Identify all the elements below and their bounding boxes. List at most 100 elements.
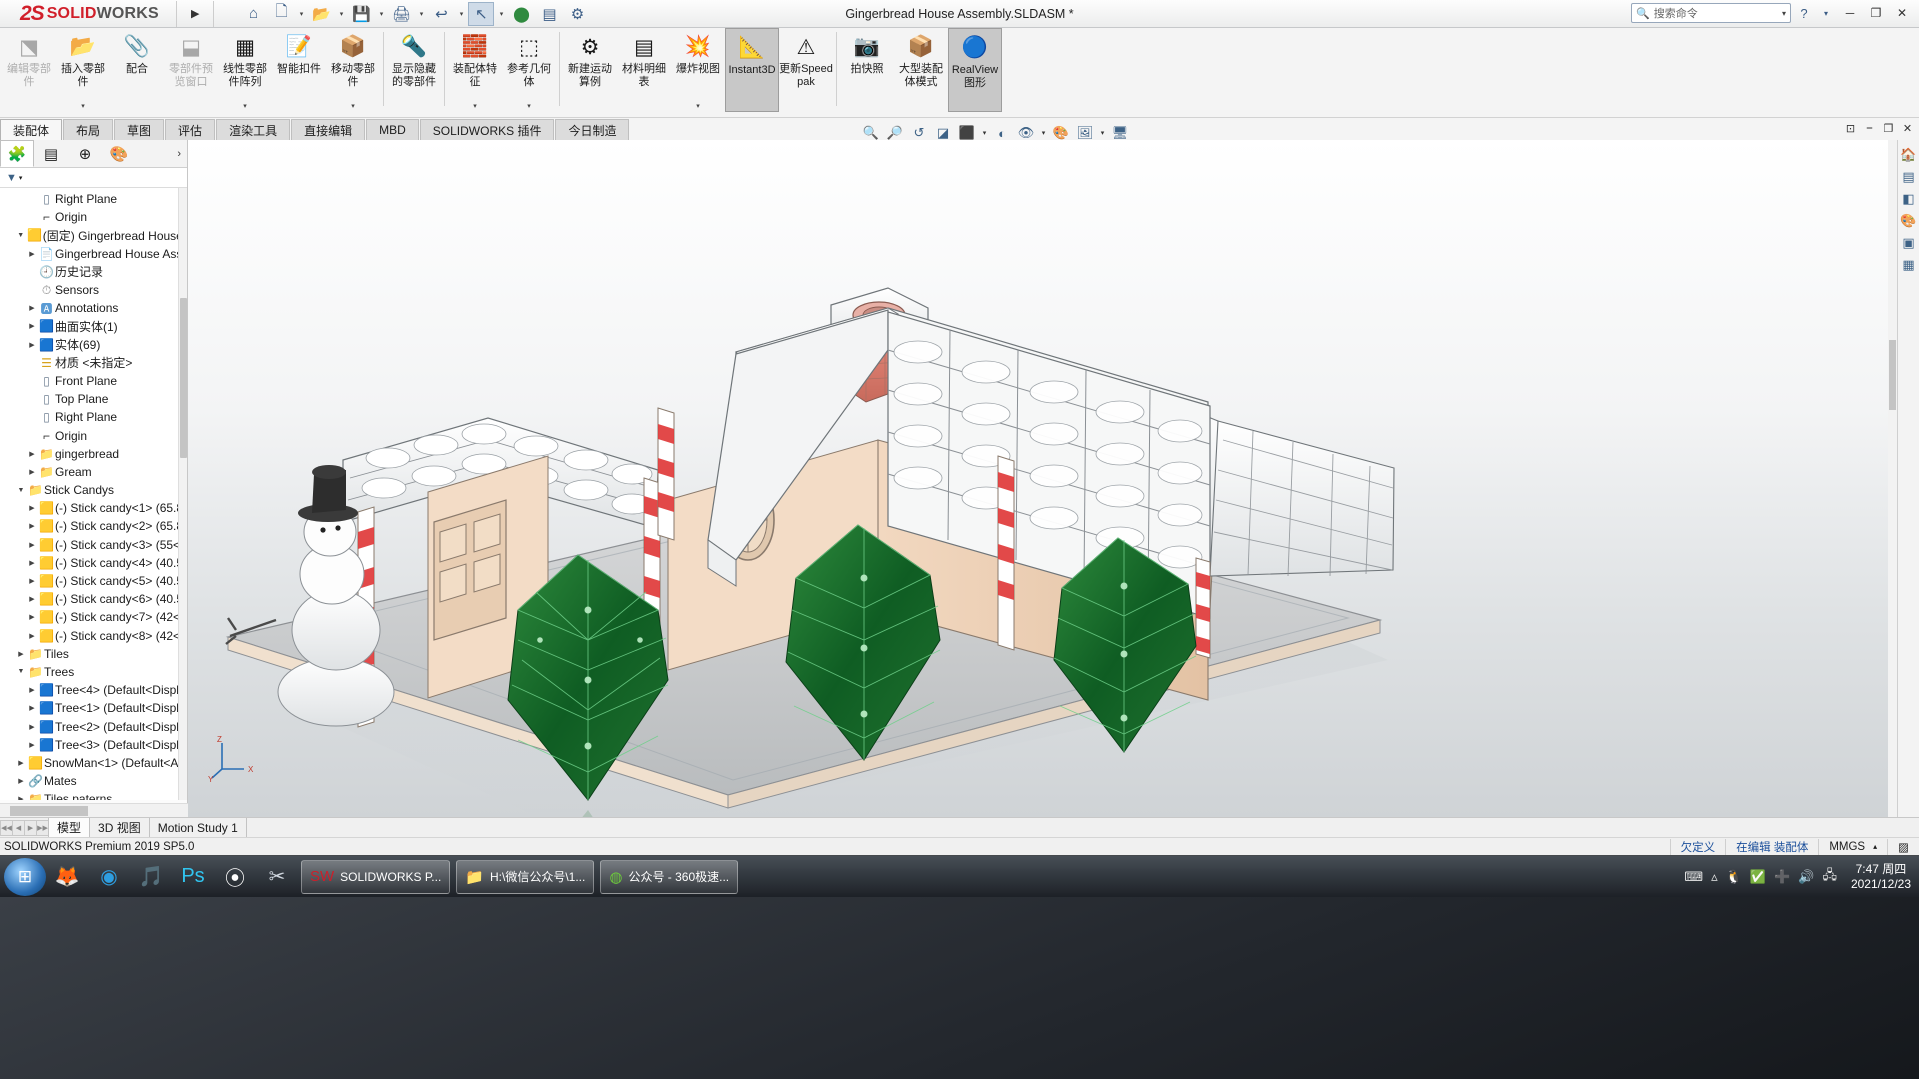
display-manager-tab[interactable]: 🎨 [102, 140, 136, 167]
command-dropdown-icon[interactable]: ▾ [696, 102, 700, 110]
tree-item[interactable]: ▶ 🟨 SnowMan<1> (Default<As [0, 754, 187, 772]
graphics-vertical-scrollbar[interactable] [1888, 140, 1897, 817]
tree-item[interactable]: ▶ 🟨 (-) Stick candy<3> (55< [0, 536, 187, 554]
document-minimize-button[interactable]: ⎯ [1862, 122, 1877, 135]
filter-caret-icon[interactable]: ▾ [19, 174, 23, 182]
expand-icon[interactable]: ▶ [15, 795, 27, 800]
document-close-button[interactable]: ✕ [1900, 122, 1915, 135]
keyboard-icon[interactable]: ⌨ [1684, 869, 1703, 885]
expand-icon[interactable]: ▶ [26, 304, 38, 312]
tree-item[interactable]: ▶ 🟦 Tree<3> (Default<Displ [0, 736, 187, 754]
feature-tree[interactable]: ▯ Right Plane ⌐ Origin ▼ 🟨 (固定) Gingerbread Ho… [0, 188, 187, 800]
command-dropdown-icon[interactable]: ▾ [351, 102, 355, 110]
tree-vertical-scrollbar[interactable] [178, 188, 187, 800]
expand-icon[interactable]: ▶ [26, 322, 38, 330]
feature-manager-more-icon[interactable]: › [177, 148, 187, 160]
tree-item[interactable]: ▶ 🟨 (-) Stick candy<1> (65.8 [0, 499, 187, 517]
expand-icon[interactable]: ▶ [26, 468, 38, 476]
tree-item[interactable]: ▶ 🟦 曲面实体(1) [0, 317, 187, 335]
expand-icon[interactable]: ▶ [15, 650, 27, 658]
expand-icon[interactable]: ▶ [15, 759, 27, 767]
taskbar-clock[interactable]: 7:47 周四 2021/12/23 [1843, 862, 1919, 892]
command-dropdown-icon[interactable]: ▾ [243, 102, 247, 110]
scrollbar-thumb[interactable] [10, 806, 88, 816]
expand-icon[interactable]: ▶ [26, 504, 38, 512]
tree-item[interactable]: ▶ 🟦 Tree<4> (Default<Displ [0, 681, 187, 699]
status-units-caret-icon[interactable]: ▴ [1873, 842, 1877, 851]
restore-button[interactable]: ❐ [1865, 3, 1887, 23]
tree-item[interactable]: ▼ 📁 Stick Candys [0, 481, 187, 499]
ribbon-tab-5[interactable]: 直接编辑 [291, 119, 366, 140]
document-tab-2[interactable]: Motion Study 1 [150, 818, 247, 837]
expand-icon[interactable]: ▶ [26, 632, 38, 640]
status-units[interactable]: MMGS ▴ [1818, 838, 1887, 855]
tree-item[interactable]: ▶ 📁 Tiles paterns [0, 790, 187, 800]
collapse-icon[interactable]: ▼ [15, 487, 27, 494]
tree-item[interactable]: ▼ 📁 Trees [0, 663, 187, 681]
ribbon-tab-0[interactable]: 装配体 [0, 119, 63, 140]
expand-icon[interactable]: ▶ [26, 613, 38, 621]
tree-item[interactable]: ▶ 🟨 (-) Stick candy<2> (65.8 [0, 517, 187, 535]
collapse-icon[interactable]: ▼ [15, 232, 27, 239]
expand-icon[interactable]: ▶ [26, 250, 38, 258]
update-icon[interactable]: ➕ [1774, 869, 1790, 885]
minimize-button[interactable]: ─ [1839, 3, 1861, 23]
ribbon-tab-7[interactable]: SOLIDWORKS 插件 [419, 119, 555, 140]
snip-icon[interactable]: ✂ [256, 858, 298, 896]
browser-icon[interactable]: ◉ [88, 858, 130, 896]
filter-icon[interactable]: ▼ [6, 172, 17, 184]
expand-icon[interactable]: ▶ [26, 559, 38, 567]
command-dropdown-icon[interactable]: ▾ [527, 102, 531, 110]
view-palette-icon[interactable]: ▤ [1898, 166, 1919, 188]
tree-item[interactable]: ▶ 🟦 实体(69) [0, 336, 187, 354]
tree-item[interactable]: ▶ 🟨 (-) Stick candy<8> (42< [0, 627, 187, 645]
search-input[interactable]: 搜索命令 [1654, 5, 1698, 21]
expand-icon[interactable]: ▶ [26, 741, 38, 749]
ribbon-command-21[interactable]: 🔵 RealView图形 [948, 28, 1002, 112]
tree-item[interactable]: ▶ 🟦 Tree<1> (Default<Displ [0, 699, 187, 717]
tree-filter-row[interactable]: ▼ ▾ [0, 168, 187, 188]
help-dropdown-icon[interactable]: ▾ [1817, 3, 1835, 23]
tree-item[interactable]: ▯ Top Plane [0, 390, 187, 408]
ribbon-command-17[interactable]: ⚠ 更新Speedpak [779, 28, 833, 112]
tree-item[interactable]: ▶ 🟨 (-) Stick candy<6> (40.5 [0, 590, 187, 608]
search-dropdown-icon[interactable]: ▾ [1782, 9, 1786, 18]
scenes-icon[interactable]: 🎨 [1898, 210, 1919, 232]
ribbon-command-2[interactable]: 📎 配合 [110, 28, 164, 112]
ribbon-tab-8[interactable]: 今日制造 [555, 119, 630, 140]
graphics-viewport[interactable]: Z X Y [188, 140, 1919, 817]
status-overlay-icon[interactable]: ▨ [1887, 838, 1919, 855]
tree-item[interactable]: ▶ 🟨 (-) Stick candy<4> (40.5 [0, 554, 187, 572]
ribbon-command-10[interactable]: 🧱 装配体特征 ▾ [448, 28, 502, 112]
expand-icon[interactable]: ▶ [26, 723, 38, 731]
qq-icon[interactable]: 🐧 [1726, 869, 1742, 885]
decals-icon[interactable]: ▣ [1898, 232, 1919, 254]
taskbar-item-1[interactable]: 📁 H:\微信公众号\1... [456, 859, 595, 894]
home-view-icon[interactable]: 🏠 [1898, 144, 1919, 166]
command-dropdown-icon[interactable]: ▾ [473, 102, 477, 110]
ribbon-command-1[interactable]: 📂 插入零部件 ▾ [56, 28, 110, 112]
media-icon[interactable]: 🎵 [130, 858, 172, 896]
collapse-icon[interactable]: ▼ [15, 668, 27, 675]
tree-item[interactable]: ▯ Right Plane [0, 408, 187, 426]
expand-icon[interactable]: ▶ [26, 450, 38, 458]
ribbon-tab-2[interactable]: 草图 [114, 119, 165, 140]
tree-item[interactable]: ▶ 📄 Gingerbread House Ass [0, 245, 187, 263]
ribbon-command-20[interactable]: 📦 大型装配体模式 [894, 28, 948, 112]
tree-horizontal-scrollbar[interactable] [0, 803, 188, 817]
app-icon[interactable]: ⦿ [214, 858, 256, 896]
ribbon-command-19[interactable]: 📷 拍快照 [840, 28, 894, 112]
property-manager-tab[interactable]: ▤ [34, 140, 68, 167]
taskbar-item-2[interactable]: ◍ 公众号 - 360极速... [600, 859, 739, 894]
tree-item[interactable]: ▶ 🟨 (-) Stick candy<5> (40.5 [0, 572, 187, 590]
ribbon-command-15[interactable]: 💥 爆炸视图 ▾ [671, 28, 725, 112]
tree-item[interactable]: ▶ 🟦 Tree<2> (Default<Displ [0, 717, 187, 735]
search-commands-box[interactable]: 🔍 搜索命令 ▾ [1631, 3, 1791, 23]
document-restore-button[interactable]: ❐ [1881, 122, 1896, 135]
expand-icon[interactable]: ▶ [26, 686, 38, 694]
tree-item[interactable]: ▯ Front Plane [0, 372, 187, 390]
expand-icon[interactable]: ▶ [15, 777, 27, 785]
scrollbar-thumb[interactable] [180, 298, 187, 458]
tree-item[interactable]: ▶ 📁 gingerbread [0, 445, 187, 463]
ribbon-command-11[interactable]: ⬚ 参考几何体 ▾ [502, 28, 556, 112]
